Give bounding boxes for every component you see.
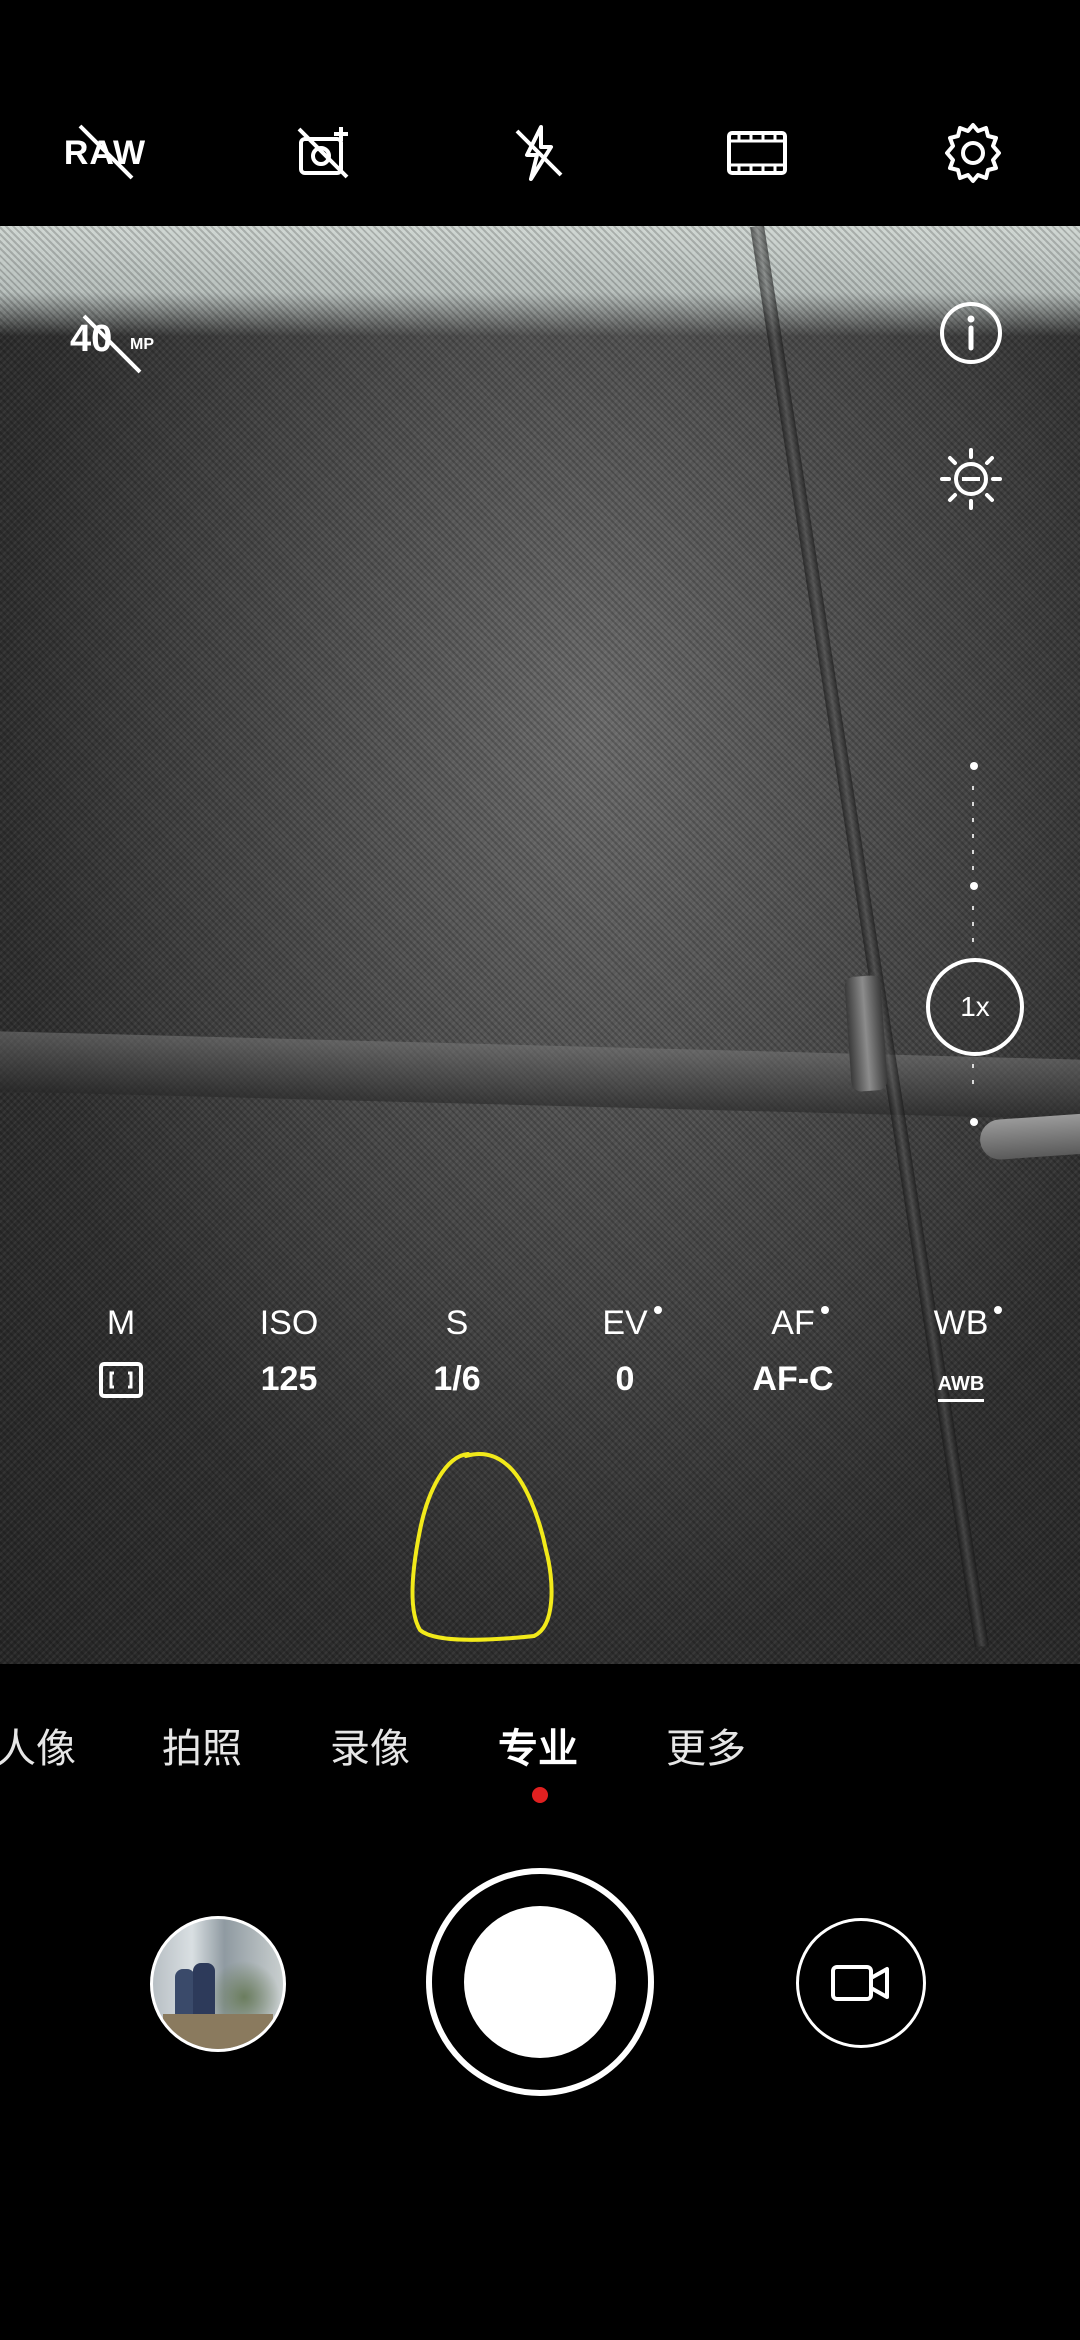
switch-to-video-button[interactable] (796, 1918, 926, 2048)
aspect-ratio-icon (727, 131, 787, 175)
aspect-ratio-button[interactable] (714, 110, 800, 196)
zoom-level-label: 1x (960, 991, 990, 1022)
settings-gear-icon (945, 123, 1001, 183)
top-toolbar: RAW (0, 0, 1080, 226)
zoom-tick (972, 818, 974, 822)
camera-viewfinder[interactable]: 40 MP 1x (0, 226, 1080, 1664)
exposure-button[interactable] (936, 444, 1006, 514)
capture-controls (0, 1844, 1080, 2340)
gallery-thumbnail[interactable] (150, 1916, 286, 2052)
mode-pro[interactable]: 专业 (498, 1716, 578, 1774)
video-camera-icon (831, 1965, 889, 2001)
auto-dot-icon (994, 1306, 1003, 1314)
param-wb[interactable]: WB AWB (886, 1298, 1036, 1428)
metering-matrix-icon (99, 1362, 143, 1398)
zoom-level-button[interactable]: 1x (926, 958, 1024, 1056)
mode-photo[interactable]: 拍照 (162, 1716, 242, 1774)
info-icon (940, 302, 1002, 364)
shutter-button[interactable] (426, 1868, 654, 2096)
flash-off-icon (515, 125, 563, 181)
param-label-text: AF (771, 1304, 815, 1342)
param-label: S (445, 1304, 469, 1342)
ai-scene-button[interactable] (282, 110, 368, 196)
thumbnail-table (163, 2014, 273, 2049)
zoom-tick (972, 802, 974, 806)
zoom-tick (972, 866, 974, 870)
param-label-text: EV (602, 1304, 648, 1342)
raw-toggle-button[interactable]: RAW (62, 110, 148, 196)
mode-video[interactable]: 录像 (330, 1716, 410, 1774)
param-label: ISO (259, 1304, 319, 1342)
zoom-tick (972, 906, 974, 910)
flash-button[interactable] (496, 110, 582, 196)
brightness-icon (940, 448, 1002, 510)
auto-dot-icon (820, 1306, 829, 1314)
zoom-tick (972, 1080, 974, 1084)
param-value: AF-C (752, 1360, 834, 1398)
param-label: WB (933, 1298, 1003, 1348)
zoom-tick-major (970, 1118, 978, 1126)
param-label-text: WB (933, 1304, 989, 1342)
param-shutter[interactable]: S 1/6 (382, 1298, 532, 1428)
param-value: AWB (886, 1354, 1036, 1404)
param-value (46, 1354, 196, 1404)
info-button[interactable] (936, 298, 1006, 368)
shutter-button-inner (464, 1906, 616, 2058)
fabric-texture (0, 226, 1080, 1664)
active-mode-indicator (532, 1787, 548, 1803)
zoom-tick-major (970, 882, 978, 890)
param-value: 125 (260, 1360, 318, 1398)
param-label: EV (602, 1298, 662, 1348)
ai-scene-off-icon (297, 127, 349, 179)
zoom-tick (972, 938, 974, 942)
mode-selector: 人像 拍照 录像 专业 更多 (0, 1664, 1080, 1844)
camera-screen: RAW (0, 0, 1080, 2340)
megapixel-off-icon (82, 314, 142, 374)
zoom-tick (972, 850, 974, 854)
megapixel-toggle[interactable]: 40 MP (70, 314, 154, 378)
param-af[interactable]: AF AF-C (718, 1298, 868, 1428)
zoom-tick (972, 786, 974, 790)
annotation-circle (410, 1452, 554, 1642)
param-label: AF (771, 1298, 829, 1348)
zoom-tick (972, 1064, 974, 1068)
param-metering[interactable]: M (46, 1298, 196, 1428)
zoom-tick-major (970, 762, 978, 770)
awb-value: AWB (937, 1371, 985, 1402)
raw-off-icon (78, 124, 134, 180)
param-label: M (106, 1304, 136, 1342)
mode-more[interactable]: 更多 (666, 1716, 746, 1774)
zoom-tick (972, 922, 974, 926)
zoom-tick (972, 834, 974, 838)
mode-portrait[interactable]: 人像 (0, 1716, 76, 1774)
auto-dot-icon (653, 1306, 662, 1314)
param-value: 1/6 (433, 1360, 481, 1398)
param-ev[interactable]: EV 0 (550, 1298, 700, 1428)
settings-button[interactable] (930, 110, 1016, 196)
param-iso[interactable]: ISO 125 (214, 1298, 364, 1428)
param-value: 0 (615, 1360, 635, 1398)
